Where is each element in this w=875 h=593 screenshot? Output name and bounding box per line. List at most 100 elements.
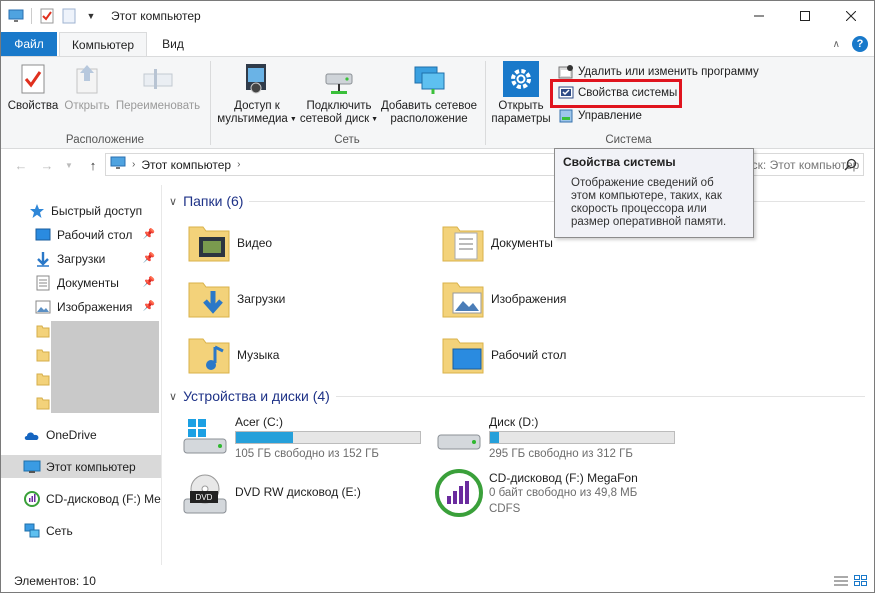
up-arrow-icon[interactable]: ↑ — [83, 155, 103, 175]
open-settings-button[interactable]: Открыть параметры — [490, 61, 552, 126]
rename-icon — [140, 61, 176, 97]
computer-icon — [110, 156, 126, 173]
window-title: Этот компьютер — [111, 9, 201, 23]
group-label-location: Расположение — [65, 134, 145, 146]
open-label: Открыть — [64, 100, 110, 112]
open-icon — [69, 61, 105, 97]
folder-tile-desktop[interactable]: Рабочий стол — [439, 331, 566, 379]
tiles-view-icon[interactable] — [854, 574, 868, 588]
folder-name: Загрузки — [237, 292, 286, 306]
folder-name: Видео — [237, 236, 273, 250]
downloads-folder-icon — [185, 275, 233, 323]
section-devices-header[interactable]: ∨ Устройства и диски (4) — [169, 388, 865, 404]
sidebar-item-label: Рабочий стол — [57, 227, 133, 242]
new-folder-icon[interactable] — [60, 7, 78, 25]
details-view-icon[interactable] — [834, 574, 848, 588]
sidebar-item-label: CD-дисковод (F:) Me — [46, 491, 161, 506]
folder-tile-video[interactable]: Видео — [185, 219, 272, 267]
sidebar-item-network[interactable]: Сеть — [1, 519, 161, 542]
forward-arrow-icon[interactable]: → — [37, 155, 57, 175]
drive-name: Acer (C:) — [235, 415, 283, 429]
drive-free-space: 105 ГБ свободно из 152 ГБ — [235, 448, 379, 460]
folder-tile-music[interactable]: Музыка — [185, 331, 279, 379]
tooltip-line: скорость процессора или — [571, 203, 707, 215]
toolbar-divider — [31, 8, 32, 24]
tab-view[interactable]: Вид — [151, 32, 195, 56]
network-icon — [23, 522, 41, 540]
breadcrumb-this-pc[interactable]: Этот компьютер — [141, 158, 231, 172]
sidebar-item-desktop[interactable]: Рабочий стол 📌 — [1, 223, 161, 246]
sidebar-item-this-pc[interactable]: Этот компьютер — [1, 455, 161, 478]
map-drive-button[interactable]: Подключить сетевой диск ▼ — [299, 61, 379, 126]
rename-button[interactable]: Переименовать — [113, 61, 203, 113]
folder-tile-downloads[interactable]: Загрузки — [185, 275, 285, 323]
sidebar-item-label: Быстрый доступ — [51, 203, 143, 218]
uninstall-label: Удалить или изменить программу — [578, 66, 759, 78]
drive-tile-e[interactable]: DVD DVD RW дисковод (E:) — [179, 471, 439, 521]
window-controls — [736, 1, 874, 31]
back-arrow-icon[interactable]: ← — [11, 155, 31, 175]
maximize-button[interactable] — [782, 1, 828, 31]
manage-button[interactable]: Управление — [558, 107, 642, 125]
gear-icon — [503, 61, 539, 97]
pin-icon[interactable]: 📌 — [143, 253, 155, 264]
section-folders-header[interactable]: ∨ Папки (6) — [169, 193, 865, 209]
manage-label: Управление — [578, 110, 642, 122]
sidebar-item-documents[interactable]: Документы 📌 — [1, 271, 161, 294]
tab-computer[interactable]: Компьютер — [59, 32, 147, 57]
search-box[interactable]: рск: Этот компьютер — [738, 153, 864, 176]
section-rule — [335, 395, 865, 397]
pin-icon[interactable]: 📌 — [143, 277, 155, 288]
sidebar-item-pictures[interactable]: Изображения 📌 — [1, 295, 161, 318]
computer-icon — [23, 458, 41, 476]
open-settings-line2: параметры — [491, 113, 551, 125]
group-label-network: Сеть — [334, 134, 360, 146]
media-access-button[interactable]: Доступ к мультимедиа ▼ — [215, 61, 299, 126]
drive-tile-c[interactable]: Acer (C:) 105 ГБ свободно из 152 ГБ — [179, 413, 439, 463]
properties-button[interactable]: Свойства — [7, 61, 59, 113]
tooltip-body: Отображение сведений об этом компьютере,… — [563, 177, 745, 229]
drive-tile-f[interactable]: CD-дисковод (F:) MegaFon 0 байт свободно… — [433, 469, 693, 523]
tab-file[interactable]: Файл — [1, 32, 57, 56]
pin-icon[interactable]: 📌 — [143, 229, 155, 240]
pane-divider[interactable] — [161, 185, 162, 565]
drive-tile-d[interactable]: Диск (D:) 295 ГБ свободно из 312 ГБ — [433, 413, 693, 463]
documents-folder-icon — [439, 219, 487, 267]
sidebar-item-cd-drive[interactable]: CD-дисковод (F:) Me — [1, 487, 161, 510]
folder-name: Музыка — [237, 348, 280, 362]
close-button[interactable] — [828, 1, 874, 31]
chevron-down-icon: ∨ — [169, 195, 178, 208]
chevron-up-icon[interactable]: ∧ — [833, 39, 840, 50]
network-drive-icon — [321, 61, 357, 97]
chevron-down-icon[interactable]: ▼ — [59, 155, 79, 175]
add-network-location-button[interactable]: Добавить сетевое расположение — [379, 61, 479, 126]
hard-drive-icon — [433, 413, 485, 461]
network-location-icon — [411, 61, 447, 97]
drive-usage-fill — [490, 432, 500, 443]
folder-tile-pictures[interactable]: Изображения — [439, 275, 566, 323]
map-label-line1: Подключить — [306, 100, 372, 112]
add-label-line2: расположение — [390, 113, 468, 125]
folder-name: Рабочий стол — [491, 348, 567, 362]
folder-icon — [34, 322, 52, 340]
drive-free-space: 0 байт свободно из 49,8 МБ — [489, 487, 638, 499]
sidebar-item-quick-access[interactable]: Быстрый доступ — [1, 199, 161, 222]
download-arrow-icon — [34, 250, 52, 268]
drive-usage-fill — [236, 432, 294, 443]
minimize-button[interactable] — [736, 1, 782, 31]
open-button[interactable]: Открыть — [61, 61, 113, 113]
sidebar-item-onedrive[interactable]: OneDrive — [1, 423, 161, 446]
sidebar-item-downloads[interactable]: Загрузки 📌 — [1, 247, 161, 270]
drive-free-space: 295 ГБ свободно из 312 ГБ — [489, 448, 633, 460]
sidebar-item-label: Загрузки — [57, 251, 106, 266]
chevron-down-icon[interactable]: ▼ — [82, 7, 100, 25]
help-icon[interactable]: ? — [852, 36, 868, 52]
tooltip-line: этом компьютере, таких, как — [571, 190, 722, 202]
drive-name: CD-дисковод (F:) MegaFon — [489, 471, 638, 485]
folder-tile-documents[interactable]: Документы — [439, 219, 553, 267]
pin-icon[interactable]: 📌 — [143, 301, 155, 312]
uninstall-icon — [558, 64, 574, 80]
properties-icon[interactable] — [38, 7, 56, 25]
megafon-cd-icon — [433, 469, 485, 517]
breadcrumb-separator-icon: › — [132, 159, 136, 170]
